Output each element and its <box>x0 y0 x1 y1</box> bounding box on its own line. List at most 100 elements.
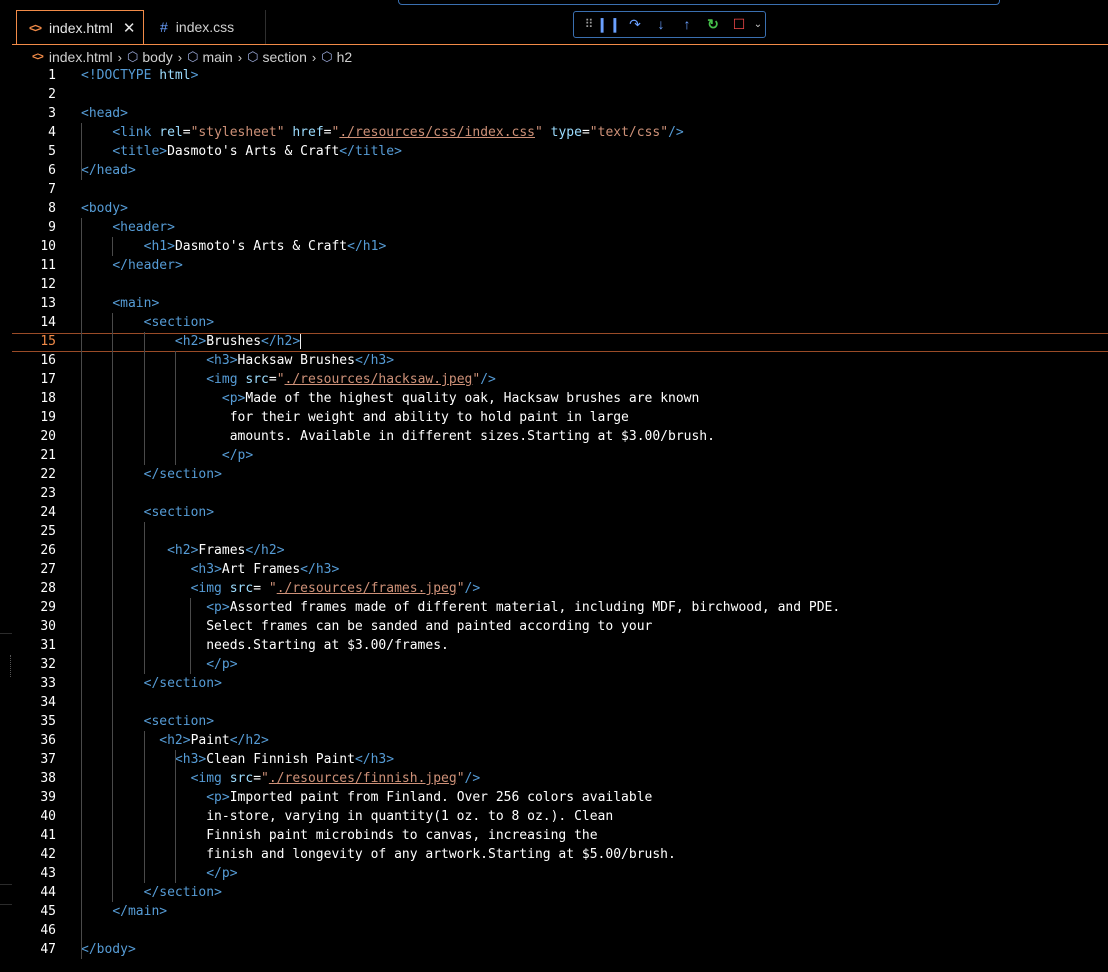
stop-icon[interactable]: ☐ <box>726 12 752 37</box>
code-line[interactable]: 24 <section> <box>12 503 1108 522</box>
code-line[interactable]: 17 <img src="./resources/hacksaw.jpeg"/> <box>12 370 1108 389</box>
code-line[interactable]: 12 <box>12 275 1108 294</box>
code-line[interactable]: 6 </head> <box>12 161 1108 180</box>
code-text: </main> <box>112 904 168 919</box>
indent-guide <box>190 598 192 674</box>
code-text: Select frames can be sanded and painted … <box>81 619 653 634</box>
code-editor[interactable]: 1 <!DOCTYPE html> 2 3 <head> 4 <link rel="sty… <box>12 66 1108 972</box>
code-line[interactable]: 35 <section> <box>12 712 1108 731</box>
tab-index-css[interactable]: # index.css <box>146 10 266 44</box>
code-line[interactable]: 30 Select frames can be sanded and paint… <box>12 617 1108 636</box>
code-line[interactable]: 36 <h2>Paint</h2> <box>12 731 1108 750</box>
code-text: </p> <box>206 657 238 672</box>
code-line[interactable]: 46 <box>12 921 1108 940</box>
line-number: 19 <box>40 410 56 425</box>
code-line[interactable]: 40 in-store, varying in quantity(1 oz. t… <box>12 807 1108 826</box>
breadcrumb-item[interactable]: main <box>202 49 232 65</box>
code-text: </p> <box>206 866 238 881</box>
line-number: 30 <box>40 619 56 634</box>
code-line[interactable]: 42 finish and longevity of any artwork.S… <box>12 845 1108 864</box>
line-number: 29 <box>40 600 56 615</box>
tab-index-html[interactable]: <> index.html ✕ <box>16 10 144 44</box>
code-line[interactable]: 15 <h2>Brushes</h2> <box>12 332 1108 351</box>
indent-guide <box>112 313 114 902</box>
code-line[interactable]: 39 <p>Imported paint from Finland. Over … <box>12 788 1108 807</box>
indent-guide <box>143 731 145 883</box>
code-line[interactable]: 11 </header> <box>12 256 1108 275</box>
code-line[interactable]: 38 <img src="./resources/finnish.jpeg"/> <box>12 769 1108 788</box>
chevron-right-icon: › <box>311 49 317 65</box>
code-line[interactable]: 29 <p>Assorted frames made of different … <box>12 598 1108 617</box>
code-line[interactable]: 23 <box>12 484 1108 503</box>
line-number: 38 <box>40 771 56 786</box>
code-line[interactable]: 32 </p> <box>12 655 1108 674</box>
indent-guide <box>81 123 83 180</box>
code-text: <p>Assorted frames made of different mat… <box>206 600 841 615</box>
line-number: 35 <box>40 714 56 729</box>
code-line[interactable]: 10 <h1>Dasmoto's Arts & Craft</h1> <box>12 237 1108 256</box>
html-file-icon: <> <box>29 20 42 35</box>
breadcrumb-item[interactable]: h2 <box>337 49 353 65</box>
breadcrumb-item[interactable]: section <box>263 49 307 65</box>
code-line[interactable]: 2 <box>12 85 1108 104</box>
step-out-icon[interactable]: ↑ <box>674 12 700 37</box>
code-line[interactable]: 47 </body> <box>12 940 1108 959</box>
code-line[interactable]: 9 <header> <box>12 218 1108 237</box>
line-number: 24 <box>40 505 56 520</box>
line-number: 21 <box>40 448 56 463</box>
code-line[interactable]: 44 </section> <box>12 883 1108 902</box>
code-text: <h3>Clean Finnish Paint</h3> <box>174 752 395 767</box>
code-line[interactable]: 4 <link rel="stylesheet" href="./resourc… <box>12 123 1108 142</box>
step-over-icon[interactable]: ↷ <box>622 12 648 37</box>
indent-guide <box>143 332 145 465</box>
code-line[interactable]: 41 Finnish paint microbinds to canvas, i… <box>12 826 1108 845</box>
chevron-right-icon: › <box>237 49 243 65</box>
code-line[interactable]: 20 amounts. Available in different sizes… <box>12 427 1108 446</box>
code-text: finish and longevity of any artwork.Star… <box>81 847 676 862</box>
css-file-icon: # <box>160 19 168 35</box>
breadcrumb-item[interactable]: index.html <box>49 49 113 65</box>
code-line[interactable]: 31 needs.Starting at $3.00/frames. <box>12 636 1108 655</box>
code-line[interactable]: 18 <p>Made of the highest quality oak, H… <box>12 389 1108 408</box>
code-line[interactable]: 45 </main> <box>12 902 1108 921</box>
close-icon[interactable]: ✕ <box>123 19 136 37</box>
code-line[interactable]: 43 </p> <box>12 864 1108 883</box>
code-line[interactable]: 27 <h3>Art Frames</h3> <box>12 560 1108 579</box>
code-line[interactable]: 19 for their weight and ability to hold … <box>12 408 1108 427</box>
code-line[interactable]: 25 <box>12 522 1108 541</box>
breadcrumb: <> index.html › ⬡ body › ⬡ main › ⬡ sect… <box>32 47 352 67</box>
code-line[interactable]: 34 <box>12 693 1108 712</box>
code-line[interactable]: 16 <h3>Hacksaw Brushes</h3> <box>12 351 1108 370</box>
code-line[interactable]: 28 <img src= "./resources/frames.jpeg"/> <box>12 579 1108 598</box>
code-line[interactable]: 7 <box>12 180 1108 199</box>
element-cube-icon: ⬡ <box>187 49 199 64</box>
line-number: 32 <box>40 657 56 672</box>
code-text: amounts. Available in different sizes.St… <box>81 429 715 444</box>
code-line[interactable]: 26 <h2>Frames</h2> <box>12 541 1108 560</box>
code-line[interactable]: 13 <main> <box>12 294 1108 313</box>
code-line[interactable]: 3 <head> <box>12 104 1108 123</box>
code-text: <section> <box>143 714 215 729</box>
code-line[interactable]: 14 <section> <box>12 313 1108 332</box>
line-number: 5 <box>48 144 56 159</box>
code-line[interactable]: 33 </section> <box>12 674 1108 693</box>
chevron-down-icon[interactable]: ⌄ <box>752 12 764 37</box>
line-number: 43 <box>40 866 56 881</box>
code-text: for their weight and ability to hold pai… <box>81 410 629 425</box>
code-line[interactable]: 21 </p> <box>12 446 1108 465</box>
drag-handle-icon[interactable]: ⠿ <box>582 12 596 37</box>
code-line[interactable]: 8 <body> <box>12 199 1108 218</box>
step-into-icon[interactable]: ↓ <box>648 12 674 37</box>
code-text: <header> <box>112 220 175 235</box>
code-line[interactable]: 1 <!DOCTYPE html> <box>12 66 1108 85</box>
code-text: </section> <box>143 885 222 900</box>
code-text: in-store, varying in quantity(1 oz. to 8… <box>81 809 614 824</box>
restart-icon[interactable]: ↻ <box>700 12 726 37</box>
code-line[interactable]: 37 <h3>Clean Finnish Paint</h3> <box>12 750 1108 769</box>
line-number: 41 <box>40 828 56 843</box>
code-line[interactable]: 5 <title>Dasmoto's Arts & Craft</title> <box>12 142 1108 161</box>
breadcrumb-item[interactable]: body <box>142 49 172 65</box>
pause-icon[interactable]: ❙❙ <box>596 12 622 37</box>
code-text: </header> <box>112 258 183 273</box>
code-line[interactable]: 22 </section> <box>12 465 1108 484</box>
